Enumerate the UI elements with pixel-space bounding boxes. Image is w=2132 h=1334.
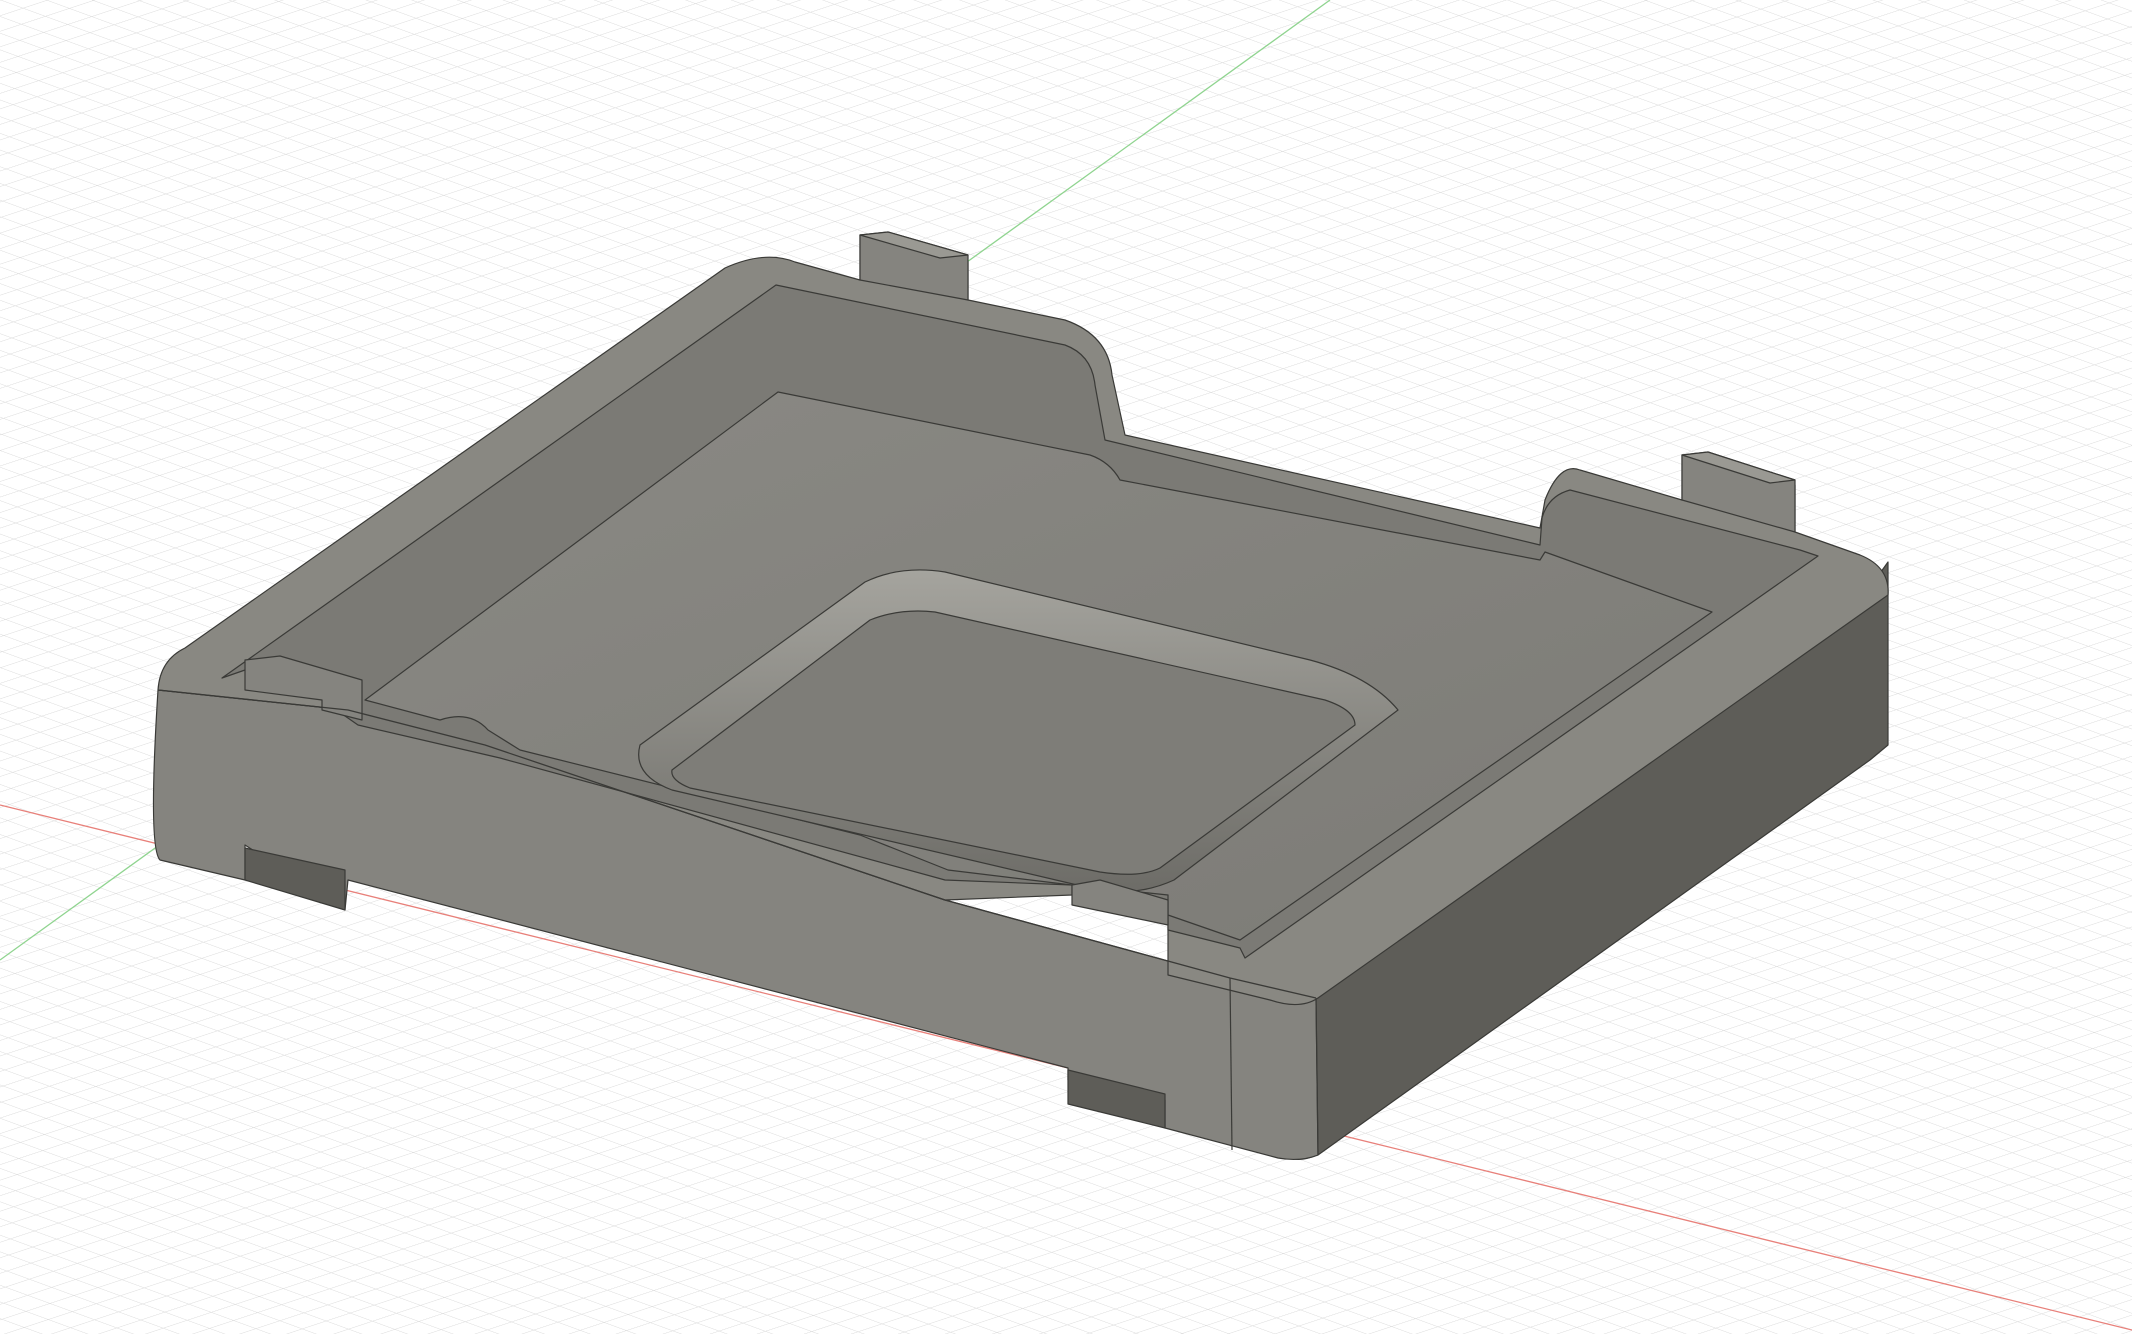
- cad-viewport[interactable]: [0, 0, 2132, 1334]
- canvas-3d[interactable]: [0, 0, 2132, 1334]
